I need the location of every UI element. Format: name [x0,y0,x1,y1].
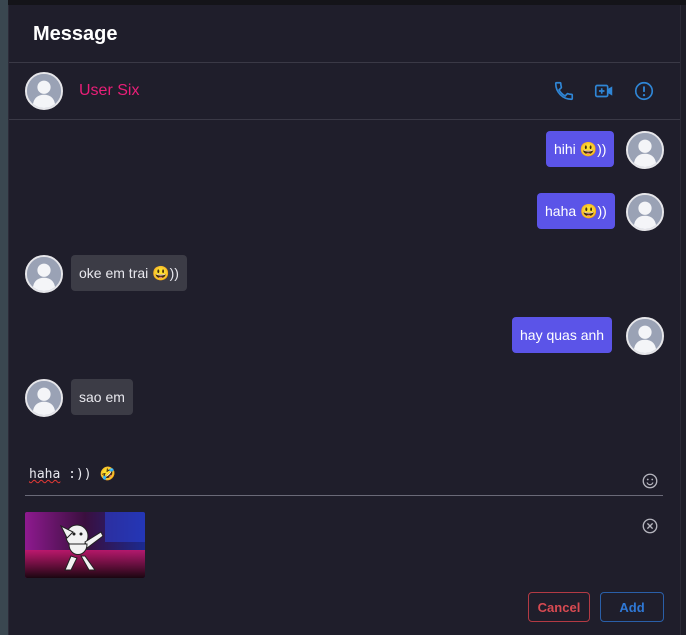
message-input-rest: :)) 🤣 [60,467,116,482]
window-left-edge [0,0,8,635]
info-alert-icon[interactable] [633,80,655,102]
contact-message-avatar [25,255,63,293]
message-bubble-sent[interactable]: hihi 😃)) [546,131,615,167]
contact-avatar[interactable] [25,72,63,110]
contact-divider [9,119,680,120]
message-input[interactable]: haha :)) 🤣 [29,467,116,482]
panel-title: Message [33,23,118,45]
message-bubble-received[interactable]: sao em [71,379,133,415]
contact-name[interactable]: User Six [79,82,139,100]
my-avatar [626,131,664,169]
add-button[interactable]: Add [600,592,664,622]
message-panel: Message User Six hihi 😃)) haha 😃)) oke e… [8,5,681,635]
remove-attachment-icon[interactable] [641,517,659,535]
phone-icon[interactable] [553,80,575,102]
message-bubble-sent[interactable]: haha 😃)) [537,193,615,229]
my-avatar [626,193,664,231]
cancel-button[interactable]: Cancel [528,592,590,622]
message-bubble-sent[interactable]: hay quas anh [512,317,613,353]
message-input-underline [25,495,663,496]
smiley-icon[interactable] [641,472,659,490]
video-call-icon[interactable] [593,80,615,102]
header-divider [9,62,680,63]
my-avatar [626,317,664,355]
attachment-thumbnail[interactable] [25,512,145,578]
contact-message-avatar [25,379,63,417]
message-bubble-received[interactable]: oke em trai 😃)) [71,255,187,291]
message-input-misspelled-word: haha [29,467,61,482]
